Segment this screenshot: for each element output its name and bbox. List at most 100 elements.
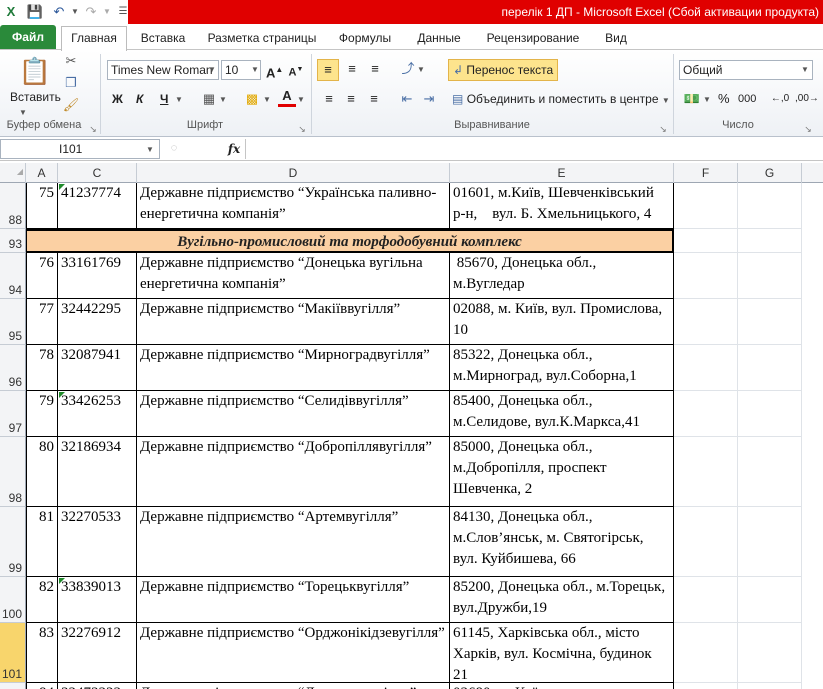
- tab-insert[interactable]: Вставка: [134, 28, 192, 50]
- thousands-button[interactable]: 000: [738, 90, 756, 108]
- increase-indent-icon[interactable]: ⇥: [420, 90, 438, 108]
- column-header-a[interactable]: A: [26, 163, 58, 183]
- cell-e[interactable]: 03680, м. Київ,: [450, 683, 674, 689]
- cell-d[interactable]: Державне підприємство “Луганськвугілля”: [137, 683, 450, 689]
- increase-decimal-icon[interactable]: ←,0: [770, 90, 790, 108]
- cell-d[interactable]: Державне підприємство “Торецьквугілля”: [137, 577, 450, 623]
- name-box[interactable]: I101: [0, 139, 160, 159]
- font-color-dropdown-icon[interactable]: ▼: [296, 91, 306, 109]
- orientation-dropdown-icon[interactable]: ▼: [416, 61, 426, 79]
- paste-button[interactable]: Вставить: [10, 88, 61, 106]
- tab-formulas[interactable]: Формулы: [332, 28, 398, 50]
- save-icon[interactable]: 💾: [26, 3, 44, 21]
- cell-e[interactable]: 85000, Донецька обл., м.Добропілля, прос…: [450, 437, 674, 507]
- cell-e[interactable]: 85670, Донецька обл., м.Вугледар: [450, 253, 674, 299]
- cell-c[interactable]: 33426253: [58, 391, 137, 437]
- worksheet-grid[interactable]: 88 75 41237774 Державне підприємство “Украї…: [0, 183, 823, 689]
- cell-d[interactable]: Державне підприємство “Макіїввугілля”: [137, 299, 450, 345]
- cell-e[interactable]: 02088, м. Київ, вул. Промислова, 10: [450, 299, 674, 345]
- cell-a[interactable]: 80: [26, 437, 58, 507]
- fill-color-icon[interactable]: ▩: [243, 90, 261, 108]
- cell-e[interactable]: 85322, Донецька обл., м.Мирноград, вул.С…: [450, 345, 674, 391]
- row-header[interactable]: 93: [0, 229, 26, 253]
- font-name-dropdown-icon[interactable]: ▼: [207, 61, 217, 79]
- paste-icon[interactable]: 📋: [18, 54, 52, 88]
- formula-input[interactable]: [245, 139, 823, 159]
- empty-cell[interactable]: [674, 507, 738, 577]
- cell-d[interactable]: Державне підприємство “Мирноградвугілля”: [137, 345, 450, 391]
- cell-c[interactable]: 32270533: [58, 507, 137, 577]
- copy-icon[interactable]: ❐: [62, 74, 80, 92]
- column-header-f[interactable]: F: [674, 163, 738, 183]
- clipboard-launcher-icon[interactable]: ↘: [88, 120, 98, 138]
- currency-icon[interactable]: 💵: [682, 90, 702, 108]
- align-bottom-icon[interactable]: ≡: [365, 60, 385, 78]
- borders-icon[interactable]: ▦: [200, 90, 218, 108]
- align-center-icon[interactable]: ≡: [342, 90, 360, 108]
- grow-font-icon[interactable]: A▲: [266, 61, 283, 82]
- row-header[interactable]: 97: [0, 391, 26, 437]
- cell-c[interactable]: 32442295: [58, 299, 137, 345]
- cell-c[interactable]: 33161769: [58, 253, 137, 299]
- alignment-launcher-icon[interactable]: ↘: [658, 120, 668, 138]
- column-header-d[interactable]: D: [137, 163, 450, 183]
- cell-e[interactable]: 85400, Донецька обл., м.Селидове, вул.К.…: [450, 391, 674, 437]
- row-header[interactable]: 98: [0, 437, 26, 507]
- merge-center-button[interactable]: ▤ Объединить и поместить в центре ▼: [452, 90, 670, 110]
- row-header[interactable]: 100: [0, 577, 26, 623]
- row-header[interactable]: 94: [0, 253, 26, 299]
- cell-e[interactable]: 01601, м.Київ, Шевченківський р-н, вул. …: [450, 183, 674, 229]
- bold-button[interactable]: Ж: [112, 90, 123, 108]
- cell-d[interactable]: Державне підприємство “Донецька вугільна…: [137, 253, 450, 299]
- empty-cell[interactable]: [738, 229, 802, 253]
- cell-c[interactable]: 33839013: [58, 577, 137, 623]
- empty-cell[interactable]: [738, 437, 802, 507]
- cell-c[interactable]: 32276912: [58, 623, 137, 683]
- tab-view[interactable]: Вид: [596, 28, 636, 50]
- tab-review[interactable]: Рецензирование: [478, 28, 588, 50]
- decrease-indent-icon[interactable]: ⇤: [398, 90, 416, 108]
- row-header[interactable]: 99: [0, 507, 26, 577]
- wrap-text-button[interactable]: ↲ Перенос текста: [448, 59, 559, 81]
- cell-d[interactable]: Державне підприємство “Добропіллявугілля…: [137, 437, 450, 507]
- merge-dropdown-icon[interactable]: ▼: [662, 96, 670, 105]
- column-header-e[interactable]: E: [450, 163, 674, 183]
- tab-page-layout[interactable]: Разметка страницы: [200, 28, 324, 50]
- font-color-icon[interactable]: A: [278, 88, 296, 107]
- empty-cell[interactable]: [738, 391, 802, 437]
- cell-d[interactable]: Державне підприємство “Селидіввугілля”: [137, 391, 450, 437]
- row-header[interactable]: 96: [0, 345, 26, 391]
- empty-cell[interactable]: [738, 253, 802, 299]
- empty-cell[interactable]: [674, 623, 738, 683]
- tab-file[interactable]: Файл: [0, 25, 56, 49]
- tab-data[interactable]: Данные: [408, 28, 470, 50]
- cell-c[interactable]: 41237774: [58, 183, 137, 229]
- align-middle-icon[interactable]: ≡: [342, 60, 362, 78]
- cell-a[interactable]: 76: [26, 253, 58, 299]
- empty-cell[interactable]: [674, 345, 738, 391]
- borders-dropdown-icon[interactable]: ▼: [218, 91, 228, 109]
- italic-button[interactable]: К: [136, 90, 143, 108]
- align-left-icon[interactable]: ≡: [320, 90, 338, 108]
- empty-cell[interactable]: [674, 577, 738, 623]
- cell-e[interactable]: 84130, Донецька обл., м.Слов’янськ, м. С…: [450, 507, 674, 577]
- cell-a[interactable]: 82: [26, 577, 58, 623]
- section-title-cell[interactable]: Вугільно-промисловий та торфодобувний ко…: [26, 229, 674, 253]
- empty-cell[interactable]: [738, 183, 802, 229]
- empty-cell[interactable]: [738, 577, 802, 623]
- shrink-font-icon[interactable]: A▼: [288, 61, 304, 82]
- font-size-dropdown-icon[interactable]: ▼: [250, 61, 260, 79]
- empty-cell[interactable]: [738, 345, 802, 391]
- cell-a[interactable]: 75: [26, 183, 58, 229]
- empty-cell[interactable]: [738, 507, 802, 577]
- empty-cell[interactable]: [738, 683, 802, 689]
- name-box-dropdown-icon[interactable]: ▼: [144, 141, 156, 159]
- number-format-dropdown-icon[interactable]: ▼: [800, 61, 810, 79]
- empty-cell[interactable]: [674, 437, 738, 507]
- align-right-icon[interactable]: ≡: [365, 90, 383, 108]
- cell-a[interactable]: 79: [26, 391, 58, 437]
- cell-c[interactable]: 32473323: [58, 683, 137, 689]
- align-top-icon[interactable]: ≡: [317, 59, 339, 81]
- format-painter-icon[interactable]: 🖌: [62, 96, 80, 114]
- formula-splitter-icon[interactable]: ◌: [166, 139, 182, 159]
